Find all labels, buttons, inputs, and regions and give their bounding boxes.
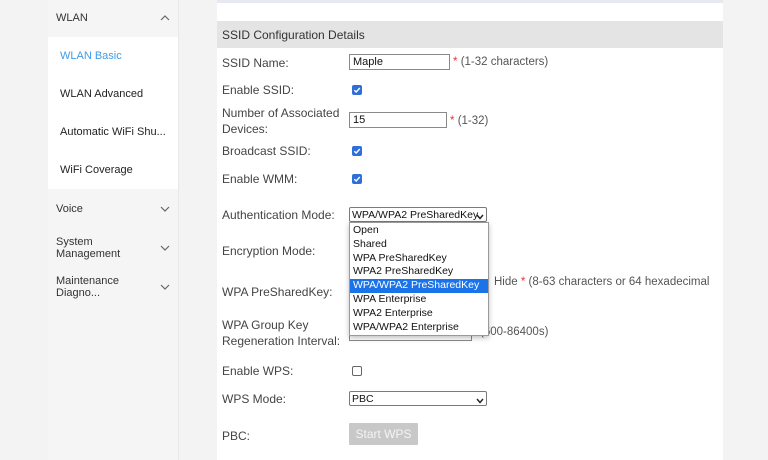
dropdown-option-shared[interactable]: Shared bbox=[350, 238, 488, 252]
section-header: SSID Configuration Details bbox=[217, 21, 723, 48]
dropdown-option-wpa2-enterprise[interactable]: WPA2 Enterprise bbox=[350, 307, 488, 321]
sidebar-item-wifi-coverage[interactable]: WiFi Coverage bbox=[48, 151, 178, 189]
section-title: SSID Configuration Details bbox=[222, 27, 365, 42]
ssid-name-label: SSID Name: bbox=[222, 56, 289, 70]
pbc-label: PBC: bbox=[222, 429, 251, 443]
enable-wmm-label: Enable WMM: bbox=[222, 172, 298, 186]
sidebar-item-label: WiFi Coverage bbox=[60, 164, 133, 176]
right-edge bbox=[723, 0, 768, 460]
sidebar-item-label: WLAN Basic bbox=[60, 50, 122, 62]
check-icon bbox=[353, 87, 361, 94]
wpa-psk-range: (8-63 characters or 64 hexadecimal bbox=[528, 276, 710, 288]
check-icon bbox=[353, 148, 361, 155]
auth-mode-dropdown-list: Open Shared WPA PreSharedKey WPA2 PreSha… bbox=[349, 222, 489, 337]
encryption-mode-label: Encryption Mode: bbox=[222, 244, 316, 258]
enable-wps-checkbox[interactable] bbox=[352, 366, 362, 376]
sidebar-item-automatic-wifi-shutdown[interactable]: Automatic WiFi Shu... bbox=[48, 113, 178, 151]
sidebar-group-label: Maintenance Diagno... bbox=[56, 275, 119, 299]
dropdown-option-open[interactable]: Open bbox=[350, 224, 488, 238]
assoc-devices-label-line2: Devices: bbox=[222, 122, 269, 136]
dropdown-option-wpa-wpa2-enterprise[interactable]: WPA/WPA2 Enterprise bbox=[350, 321, 488, 335]
sidebar-group-wlan[interactable]: WLAN bbox=[48, 0, 178, 36]
wpa-psk-hint: Hide * (8-63 characters or 64 hexadecima… bbox=[494, 276, 709, 288]
wpa-group-key-label-line2: Regeneration Interval: bbox=[222, 334, 341, 348]
required-mark: * bbox=[520, 276, 526, 288]
dropdown-option-wpa-psk[interactable]: WPA PreSharedKey bbox=[350, 252, 488, 266]
content-gap bbox=[179, 0, 217, 460]
wpa-group-key-label-line1: WPA Group Key bbox=[222, 318, 309, 332]
required-mark: * bbox=[453, 56, 458, 68]
required-mark: * bbox=[450, 115, 455, 127]
sidebar-item-label: WLAN Advanced bbox=[60, 88, 144, 100]
auth-mode-label: Authentication Mode: bbox=[222, 208, 335, 222]
chevron-down-icon bbox=[159, 280, 172, 294]
chevron-down-icon bbox=[158, 202, 172, 216]
wpa-psk-label: WPA PreSharedKey: bbox=[222, 285, 333, 299]
enable-ssid-checkbox[interactable] bbox=[352, 85, 362, 95]
sidebar-group-system-management[interactable]: System Management bbox=[48, 230, 178, 266]
wps-mode-select[interactable]: PBC bbox=[349, 391, 487, 406]
sidebar-group-voice[interactable]: Voice bbox=[48, 191, 178, 227]
start-wps-button[interactable]: Start WPS bbox=[349, 423, 418, 445]
broadcast-ssid-label: Broadcast SSID: bbox=[222, 144, 311, 158]
sidebar-group-maintenance-diagnosis[interactable]: Maintenance Diagno... bbox=[48, 269, 178, 305]
check-icon bbox=[353, 176, 361, 183]
top-strip bbox=[217, 0, 723, 3]
enable-wps-label: Enable WPS: bbox=[222, 364, 294, 378]
sidebar-group-label: WLAN bbox=[56, 12, 88, 24]
wps-mode-value: PBC bbox=[352, 392, 374, 405]
chevron-down-icon bbox=[476, 211, 484, 221]
dropdown-option-wpa-wpa2-psk[interactable]: WPA/WPA2 PreSharedKey bbox=[350, 279, 488, 293]
assoc-devices-input[interactable] bbox=[349, 112, 447, 128]
assoc-devices-label-line1: Number of Associated bbox=[222, 106, 340, 120]
chevron-down-icon bbox=[158, 241, 172, 255]
dropdown-option-wpa-enterprise[interactable]: WPA Enterprise bbox=[350, 293, 488, 307]
enable-ssid-label: Enable SSID: bbox=[222, 83, 295, 97]
sidebar-group-label: System Management bbox=[56, 236, 121, 260]
enable-wmm-checkbox[interactable] bbox=[352, 174, 362, 184]
wpa-group-key-hint: (600-86400s) bbox=[480, 326, 549, 338]
auth-mode-select[interactable]: WPA/WPA2 PreSharedKey bbox=[349, 207, 487, 222]
chevron-up-icon bbox=[158, 11, 172, 25]
hide-label[interactable]: Hide bbox=[494, 276, 518, 288]
ssid-name-input[interactable] bbox=[349, 54, 450, 70]
dropdown-option-wpa2-psk[interactable]: WPA2 PreSharedKey bbox=[350, 265, 488, 279]
sidebar-group-label: Voice bbox=[56, 203, 83, 215]
left-gutter bbox=[0, 0, 48, 460]
chevron-down-icon bbox=[476, 395, 484, 405]
wps-mode-label: WPS Mode: bbox=[222, 392, 287, 406]
auth-mode-value: WPA/WPA2 PreSharedKey bbox=[352, 208, 479, 221]
sidebar: WLAN WLAN Basic WLAN Advanced Automatic … bbox=[48, 0, 179, 460]
assoc-devices-range: (1-32) bbox=[457, 115, 489, 127]
broadcast-ssid-checkbox[interactable] bbox=[352, 146, 362, 156]
assoc-devices-hint: * (1-32) bbox=[450, 115, 488, 127]
sidebar-item-wlan-advanced[interactable]: WLAN Advanced bbox=[48, 75, 178, 113]
sidebar-item-wlan-basic[interactable]: WLAN Basic bbox=[48, 37, 178, 75]
sidebar-item-label: Automatic WiFi Shu... bbox=[60, 126, 166, 138]
ssid-name-hint: * (1-32 characters) bbox=[453, 56, 548, 68]
ssid-name-range: (1-32 characters) bbox=[460, 56, 549, 68]
